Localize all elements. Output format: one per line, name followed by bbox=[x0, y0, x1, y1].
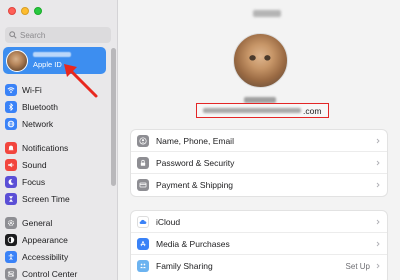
sidebar-item-sound[interactable]: Sound bbox=[5, 156, 109, 173]
settings-row-icloud[interactable]: iCloud bbox=[131, 211, 387, 233]
moon-icon bbox=[5, 175, 17, 188]
speaker-icon bbox=[5, 158, 17, 171]
settings-row-password-security[interactable]: Password & Security bbox=[131, 152, 387, 174]
family-icon bbox=[137, 260, 149, 272]
chevron-right-icon bbox=[376, 138, 380, 143]
minimize-button[interactable] bbox=[21, 7, 29, 15]
sidebar-item-accessibility[interactable]: Accessibility bbox=[5, 248, 109, 265]
app-store-icon bbox=[137, 237, 149, 250]
bell-icon bbox=[5, 141, 17, 154]
circle-half-icon bbox=[5, 233, 17, 246]
sidebar-item-label: Network bbox=[22, 118, 54, 129]
search-icon bbox=[9, 31, 17, 39]
sidebar: Search Apple ID Wi-Fi Bluetooth Network Not… bbox=[0, 0, 118, 280]
sidebar-item-focus[interactable]: Focus bbox=[5, 173, 109, 190]
account-name-redacted bbox=[33, 52, 71, 57]
settings-row-value: Set Up bbox=[345, 261, 370, 271]
window-controls bbox=[8, 7, 42, 15]
bluetooth-icon bbox=[5, 100, 17, 113]
sidebar-item-bluetooth[interactable]: Bluetooth bbox=[5, 98, 109, 115]
settings-row-label: Name, Phone, Email bbox=[156, 135, 234, 146]
accessibility-icon bbox=[5, 250, 17, 263]
settings-row-media-purchases[interactable]: Media & Purchases bbox=[131, 233, 387, 255]
sidebar-item-label: Bluetooth bbox=[22, 101, 58, 112]
sidebar-item-label: General bbox=[22, 217, 53, 228]
zoom-button[interactable] bbox=[34, 7, 42, 15]
wifi-icon bbox=[5, 83, 17, 96]
sidebar-scrollbar[interactable] bbox=[111, 48, 116, 186]
account-settings-card: Name, Phone, Email Password & Security Pay… bbox=[130, 129, 388, 197]
sidebar-item-network[interactable]: Network bbox=[5, 115, 109, 132]
settings-row-name-phone-email[interactable]: Name, Phone, Email bbox=[131, 130, 387, 152]
settings-row-label: Payment & Shipping bbox=[156, 180, 234, 190]
settings-row-payment-shipping[interactable]: Payment & Shipping bbox=[131, 174, 387, 196]
sidebar-item-label: Screen Time bbox=[22, 193, 70, 204]
sidebar-item-label: Focus bbox=[22, 176, 46, 187]
sidebar-item-label: Accessibility bbox=[22, 251, 69, 262]
sidebar-item-label: Notifications bbox=[22, 142, 69, 153]
email-redacted bbox=[203, 108, 301, 113]
chevron-right-icon bbox=[376, 182, 380, 188]
sidebar-item-label: Sound bbox=[22, 159, 47, 170]
person-icon bbox=[137, 134, 149, 147]
sidebar-item-screen-time[interactable]: Screen Time bbox=[5, 190, 109, 207]
gear-icon bbox=[5, 216, 17, 229]
sidebar-item-label: Wi-Fi bbox=[22, 84, 42, 95]
lock-icon bbox=[137, 156, 149, 169]
close-button[interactable] bbox=[8, 7, 16, 15]
avatar bbox=[6, 49, 28, 72]
settings-row-label: Media & Purchases bbox=[156, 238, 230, 249]
sidebar-group-separator bbox=[5, 132, 109, 139]
search-placeholder: Search bbox=[20, 30, 46, 40]
sidebar-item-appearance[interactable]: Appearance bbox=[5, 231, 109, 248]
settings-row-label: Family Sharing bbox=[156, 261, 213, 271]
services-card: iCloud Media & Purchases Family Sharing Set… bbox=[130, 210, 388, 280]
chevron-right-icon bbox=[376, 263, 380, 269]
sidebar-item-general[interactable]: General bbox=[5, 214, 109, 231]
chevron-right-icon bbox=[376, 241, 380, 246]
search-field[interactable]: Search bbox=[5, 27, 111, 43]
chevron-right-icon bbox=[376, 219, 380, 224]
profile-picture[interactable] bbox=[233, 33, 288, 88]
sidebar-item-wi-fi[interactable]: Wi-Fi bbox=[5, 81, 109, 98]
hourglass-icon bbox=[5, 192, 17, 205]
control-center-icon bbox=[5, 267, 17, 280]
card-icon bbox=[137, 179, 149, 191]
settings-row-label: Password & Security bbox=[156, 157, 235, 168]
sidebar-item-control-center[interactable]: Control Center bbox=[5, 265, 109, 280]
sidebar-item-label: Control Center bbox=[22, 268, 78, 279]
sidebar-item-notifications[interactable]: Notifications bbox=[5, 139, 109, 156]
sidebar-nav: Wi-Fi Bluetooth Network Notifications Sound F… bbox=[5, 81, 109, 280]
chevron-right-icon bbox=[376, 160, 380, 165]
sidebar-group-separator bbox=[5, 207, 109, 214]
email-suffix: .com bbox=[303, 105, 322, 116]
network-icon bbox=[5, 117, 17, 130]
sidebar-item-label: Appearance bbox=[22, 234, 68, 245]
window-title-redacted bbox=[253, 10, 281, 17]
email-highlight-box: .com bbox=[196, 103, 329, 118]
settings-row-label: iCloud bbox=[156, 216, 181, 227]
settings-row-family-sharing[interactable]: Family Sharing Set Up bbox=[131, 255, 387, 277]
cloud-icon bbox=[137, 215, 149, 228]
